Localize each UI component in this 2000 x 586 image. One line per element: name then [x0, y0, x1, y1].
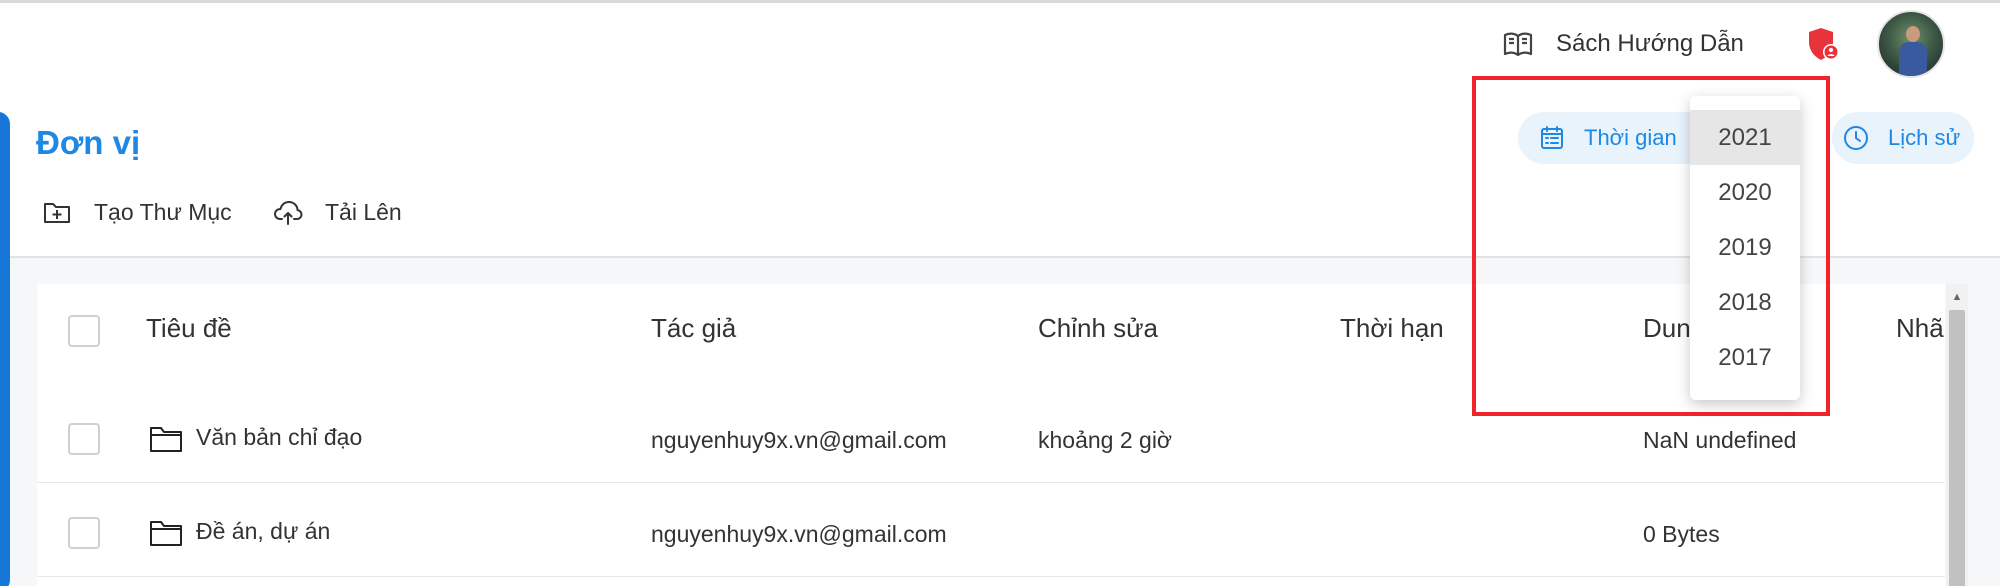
row-checkbox[interactable] — [68, 517, 100, 549]
row-size: 0 Bytes — [1643, 521, 1720, 547]
clock-icon — [1844, 126, 1868, 150]
history-button[interactable]: Lịch sử — [1832, 112, 1974, 164]
column-header-title[interactable]: Tiêu đề — [146, 313, 232, 344]
upload-button[interactable]: Tải Lên — [273, 196, 402, 228]
top-border — [0, 0, 2000, 3]
year-option[interactable]: 2021 — [1690, 110, 1800, 165]
time-filter-label: Thời gian — [1584, 125, 1677, 150]
column-header-author[interactable]: Tác giả — [651, 313, 736, 344]
user-guide-label: Sách Hướng Dẫn — [1556, 30, 1744, 57]
table-scrollbar[interactable]: ▲ — [1946, 284, 1968, 586]
column-header-size[interactable]: Dun — [1643, 313, 1691, 344]
folder-icon — [150, 521, 182, 546]
folder-plus-icon — [44, 203, 70, 223]
shield-icon[interactable] — [1806, 26, 1840, 62]
select-all-checkbox[interactable] — [68, 315, 100, 347]
create-folder-button[interactable]: Tạo Thư Mục — [42, 196, 232, 228]
year-option[interactable]: 2017 — [1690, 330, 1800, 385]
row-size: NaN undefined — [1643, 427, 1797, 453]
calendar-icon — [1541, 126, 1563, 149]
row-title[interactable]: Đề án, dự án — [196, 518, 330, 545]
row-title[interactable]: Văn bản chỉ đạo — [196, 424, 362, 451]
column-header-edited[interactable]: Chỉnh sửa — [1038, 313, 1158, 344]
year-option[interactable]: 2018 — [1690, 275, 1800, 330]
row-checkbox[interactable] — [68, 423, 100, 455]
history-label: Lịch sử — [1888, 125, 1961, 150]
row-divider — [37, 576, 1945, 577]
row-edited: khoảng 2 giờ — [1038, 427, 1173, 453]
folder-icon — [150, 427, 182, 452]
upload-label: Tải Lên — [325, 198, 402, 225]
scroll-up-arrow-icon[interactable]: ▲ — [1946, 288, 1968, 306]
column-header-deadline[interactable]: Thời hạn — [1340, 313, 1444, 344]
avatar-body — [1899, 42, 1927, 76]
user-guide-button[interactable]: Sách Hướng Dẫn — [1502, 26, 1744, 62]
page-title: Đơn vị — [36, 124, 141, 161]
book-icon — [1503, 32, 1533, 57]
row-author: nguyenhuy9x.vn@gmail.com — [651, 427, 947, 453]
time-filter-button[interactable]: Thời gian — [1518, 112, 1718, 164]
year-dropdown[interactable]: 2021 2020 2019 2018 2017 — [1690, 96, 1800, 400]
year-option[interactable]: 2020 — [1690, 165, 1800, 220]
avatar-head — [1906, 26, 1920, 42]
left-accent-bar — [0, 112, 10, 586]
year-option[interactable]: 2019 — [1690, 220, 1800, 275]
column-header-tags[interactable]: Nhã — [1896, 313, 1944, 344]
row-author: nguyenhuy9x.vn@gmail.com — [651, 521, 947, 547]
scroll-thumb[interactable] — [1949, 310, 1965, 586]
cloud-upload-icon — [274, 201, 303, 225]
create-folder-label: Tạo Thư Mục — [94, 198, 232, 225]
row-divider — [37, 482, 1945, 483]
user-avatar[interactable] — [1877, 10, 1945, 78]
